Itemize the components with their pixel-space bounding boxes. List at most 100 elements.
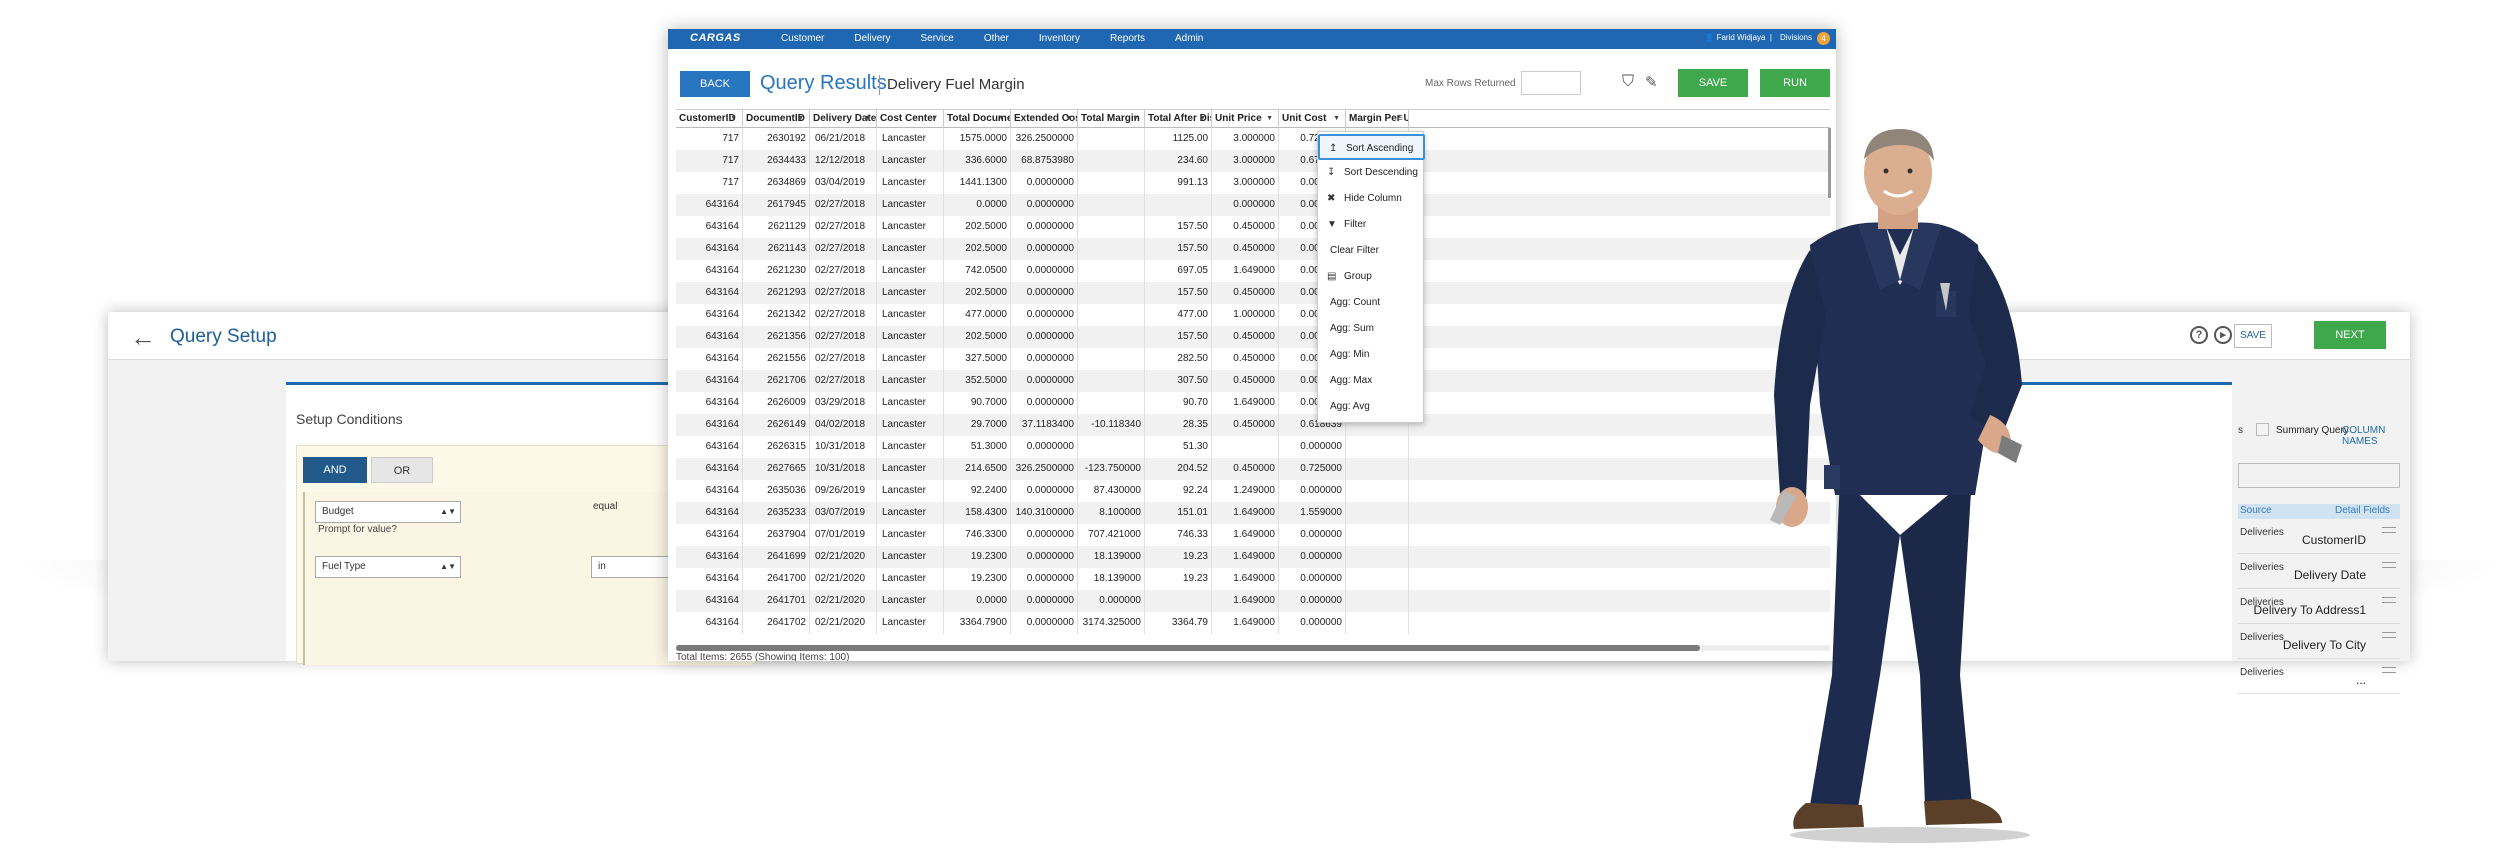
field-row[interactable]: Deliveries Delivery Date — [2238, 556, 2400, 589]
table-row[interactable]: 643164 2621129 02/27/2018 Lancaster 202.5000… — [676, 216, 1830, 238]
table-row[interactable]: 643164 2621143 02/27/2018 Lancaster 202.5000… — [676, 238, 1830, 260]
menu-item-sort-ascending[interactable]: ↥ Sort Ascending — [1318, 134, 1425, 160]
drag-handle-icon[interactable] — [2382, 597, 2396, 603]
next-button[interactable]: NEXT — [2314, 321, 2386, 349]
menu-item-agg-sum[interactable]: Agg: Sum — [1318, 316, 1425, 342]
column-dropdown-icon[interactable]: ▼ — [1199, 110, 1206, 128]
table-row[interactable]: 643164 2621230 02/27/2018 Lancaster 742.0500… — [676, 260, 1830, 282]
back-button[interactable]: BACK — [680, 71, 750, 97]
field-row[interactable]: Deliveries Delivery To City — [2238, 626, 2400, 659]
column-dropdown-icon[interactable]: ▼ — [864, 110, 871, 128]
table-row[interactable]: 717 2634433 12/12/2018 Lancaster 336.6000 68.… — [676, 150, 1830, 172]
column-dropdown-icon[interactable]: ▼ — [1266, 110, 1273, 128]
condition-field-select[interactable]: Budget ▲▼ — [315, 501, 461, 523]
horizontal-scrollbar[interactable] — [676, 645, 1830, 651]
field-row[interactable]: Deliveries CustomerID — [2238, 521, 2400, 554]
filter-icon[interactable]: ⛉ — [1622, 73, 1634, 91]
table-row[interactable]: 643164 2621706 02/27/2018 Lancaster 352.5000… — [676, 370, 1830, 392]
table-row[interactable]: 643164 2641702 02/21/2020 Lancaster 3364.790… — [676, 612, 1830, 634]
menu-item-hide-column[interactable]: ✖ Hide Column — [1318, 186, 1425, 212]
table-row[interactable]: 643164 2621356 02/27/2018 Lancaster 202.5000… — [676, 326, 1830, 348]
column-header[interactable]: Total Margin ▼ — [1078, 110, 1145, 128]
menu-item-filter[interactable]: ▼ Filter — [1318, 212, 1425, 238]
column-names-link[interactable]: COLUMN NAMES — [2342, 425, 2410, 447]
max-rows-input[interactable] — [1521, 71, 1581, 95]
save-button[interactable]: SAVE — [2234, 324, 2272, 348]
table-row[interactable]: 643164 2626009 03/29/2018 Lancaster 90.7000 0… — [676, 392, 1830, 414]
menu-item-agg-avg[interactable]: Agg: Avg — [1318, 394, 1425, 420]
menu-item-sort-descending[interactable]: ↧ Sort Descending — [1318, 160, 1425, 186]
menu-item-clear-filter[interactable]: Clear Filter — [1318, 238, 1425, 264]
column-header[interactable]: Cost Center ▼ — [877, 110, 944, 128]
nav-item-reports[interactable]: Reports — [1110, 33, 1145, 44]
back-arrow-icon[interactable]: ← — [130, 322, 156, 353]
table-row[interactable]: 643164 2626315 10/31/2018 Lancaster 51.3000 0… — [676, 436, 1830, 458]
column-header[interactable]: CustomerID ▼ — [676, 110, 743, 128]
column-dropdown-icon[interactable]: ▼ — [931, 110, 938, 128]
nav-item-other[interactable]: Other — [984, 33, 1009, 44]
drag-handle-icon[interactable] — [2382, 667, 2396, 673]
column-dropdown-icon[interactable]: ▼ — [797, 110, 804, 128]
field-search-input[interactable] — [2238, 463, 2400, 488]
column-dropdown-icon[interactable]: ▼ — [1132, 110, 1139, 128]
menu-item-agg-count[interactable]: Agg: Count — [1318, 290, 1425, 316]
run-button[interactable]: RUN — [1760, 69, 1830, 97]
scrollbar-thumb[interactable] — [676, 645, 1700, 651]
nav-item-service[interactable]: Service — [920, 33, 953, 44]
table-row[interactable]: 643164 2621342 02/27/2018 Lancaster 477.0000… — [676, 304, 1830, 326]
drag-handle-icon[interactable] — [2382, 632, 2396, 638]
column-menu-icon[interactable]: ☰ — [1397, 110, 1403, 128]
column-header[interactable]: DocumentID ▼ — [743, 110, 810, 128]
save-button[interactable]: SAVE — [1678, 69, 1748, 97]
divisions-menu[interactable]: Divisions — [1780, 33, 1812, 42]
play-icon[interactable]: ▸ — [2214, 326, 2232, 344]
drag-handle-icon[interactable] — [2382, 562, 2396, 568]
condition-operator[interactable]: equal — [593, 501, 617, 512]
nav-item-delivery[interactable]: Delivery — [854, 33, 890, 44]
summary-query-checkbox[interactable] — [2256, 423, 2269, 436]
nav-item-customer[interactable]: Customer — [781, 33, 824, 44]
or-button[interactable]: OR — [371, 457, 433, 483]
help-icon[interactable]: ? — [2190, 326, 2208, 344]
table-row[interactable]: 643164 2641700 02/21/2020 Lancaster 19.2300 0… — [676, 568, 1830, 590]
field-row[interactable]: Deliveries Delivery To Address1 — [2238, 591, 2400, 624]
menu-item-agg-max[interactable]: Agg: Max — [1318, 368, 1425, 394]
column-header[interactable]: Unit Price ▼ — [1212, 110, 1279, 128]
table-row[interactable]: 717 2634869 03/04/2019 Lancaster 1441.1300 0.… — [676, 172, 1830, 194]
column-dropdown-icon[interactable]: ▼ — [1333, 110, 1340, 128]
table-row[interactable]: 643164 2626149 04/02/2018 Lancaster 29.7000 3… — [676, 414, 1830, 436]
column-dropdown-icon[interactable]: ▼ — [998, 110, 1005, 128]
column-header[interactable]: Unit Cost ▼ — [1279, 110, 1346, 128]
nav-item-admin[interactable]: Admin — [1175, 33, 1203, 44]
prompt-checkbox-label[interactable]: Prompt for value? — [318, 524, 397, 535]
column-header[interactable]: Extended Cost ▼ — [1011, 110, 1078, 128]
menu-item-group[interactable]: ▤ Group — [1318, 264, 1425, 290]
table-row[interactable]: 643164 2641699 02/21/2020 Lancaster 19.2300 0… — [676, 546, 1830, 568]
table-row[interactable]: 643164 2621556 02/27/2018 Lancaster 327.5000… — [676, 348, 1830, 370]
table-row[interactable]: 717 2630192 06/21/2018 Lancaster 1575.0000 32… — [676, 128, 1830, 150]
column-header[interactable]: Delivery Date ▼ — [810, 110, 877, 128]
table-row[interactable]: 643164 2635233 03/07/2019 Lancaster 158.4300… — [676, 502, 1830, 524]
notification-badge[interactable]: 4 — [1817, 32, 1830, 45]
field-row[interactable]: Deliveries... — [2238, 661, 2400, 694]
table-row[interactable]: 643164 2635036 09/26/2019 Lancaster 92.2400 0… — [676, 480, 1830, 502]
and-button[interactable]: AND — [303, 457, 367, 483]
column-dropdown-icon[interactable]: ▼ — [1065, 110, 1072, 128]
nav-item-inventory[interactable]: Inventory — [1039, 33, 1080, 44]
column-dropdown-icon[interactable]: ▼ — [730, 110, 737, 128]
column-header[interactable]: Total After Discoun▼ — [1145, 110, 1212, 128]
table-row[interactable]: 643164 2641701 02/21/2020 Lancaster 0.0000 0.… — [676, 590, 1830, 612]
condition-field-select[interactable]: Fuel Type ▲▼ — [315, 556, 461, 578]
table-row[interactable]: 643164 2637904 07/01/2019 Lancaster 746.3300… — [676, 524, 1830, 546]
cargas-logo[interactable]: CARGAS — [690, 32, 741, 44]
user-menu[interactable]: 👤 Farid Widjaya | — [1704, 33, 1772, 42]
table-row[interactable]: 643164 2627665 10/31/2018 Lancaster 214.6500… — [676, 458, 1830, 480]
condition-operator-select[interactable]: in — [591, 556, 671, 578]
column-header[interactable]: Total Document A...▼ — [944, 110, 1011, 128]
table-row[interactable]: 643164 2617945 02/27/2018 Lancaster 0.0000 0.… — [676, 194, 1830, 216]
edit-icon[interactable]: ✎ — [1645, 73, 1658, 91]
drag-handle-icon[interactable] — [2382, 527, 2396, 533]
menu-item-agg-min[interactable]: Agg: Min — [1318, 342, 1425, 368]
table-row[interactable]: 643164 2621293 02/27/2018 Lancaster 202.5000… — [676, 282, 1830, 304]
column-header[interactable]: Margin Per U ☰ — [1346, 110, 1409, 128]
